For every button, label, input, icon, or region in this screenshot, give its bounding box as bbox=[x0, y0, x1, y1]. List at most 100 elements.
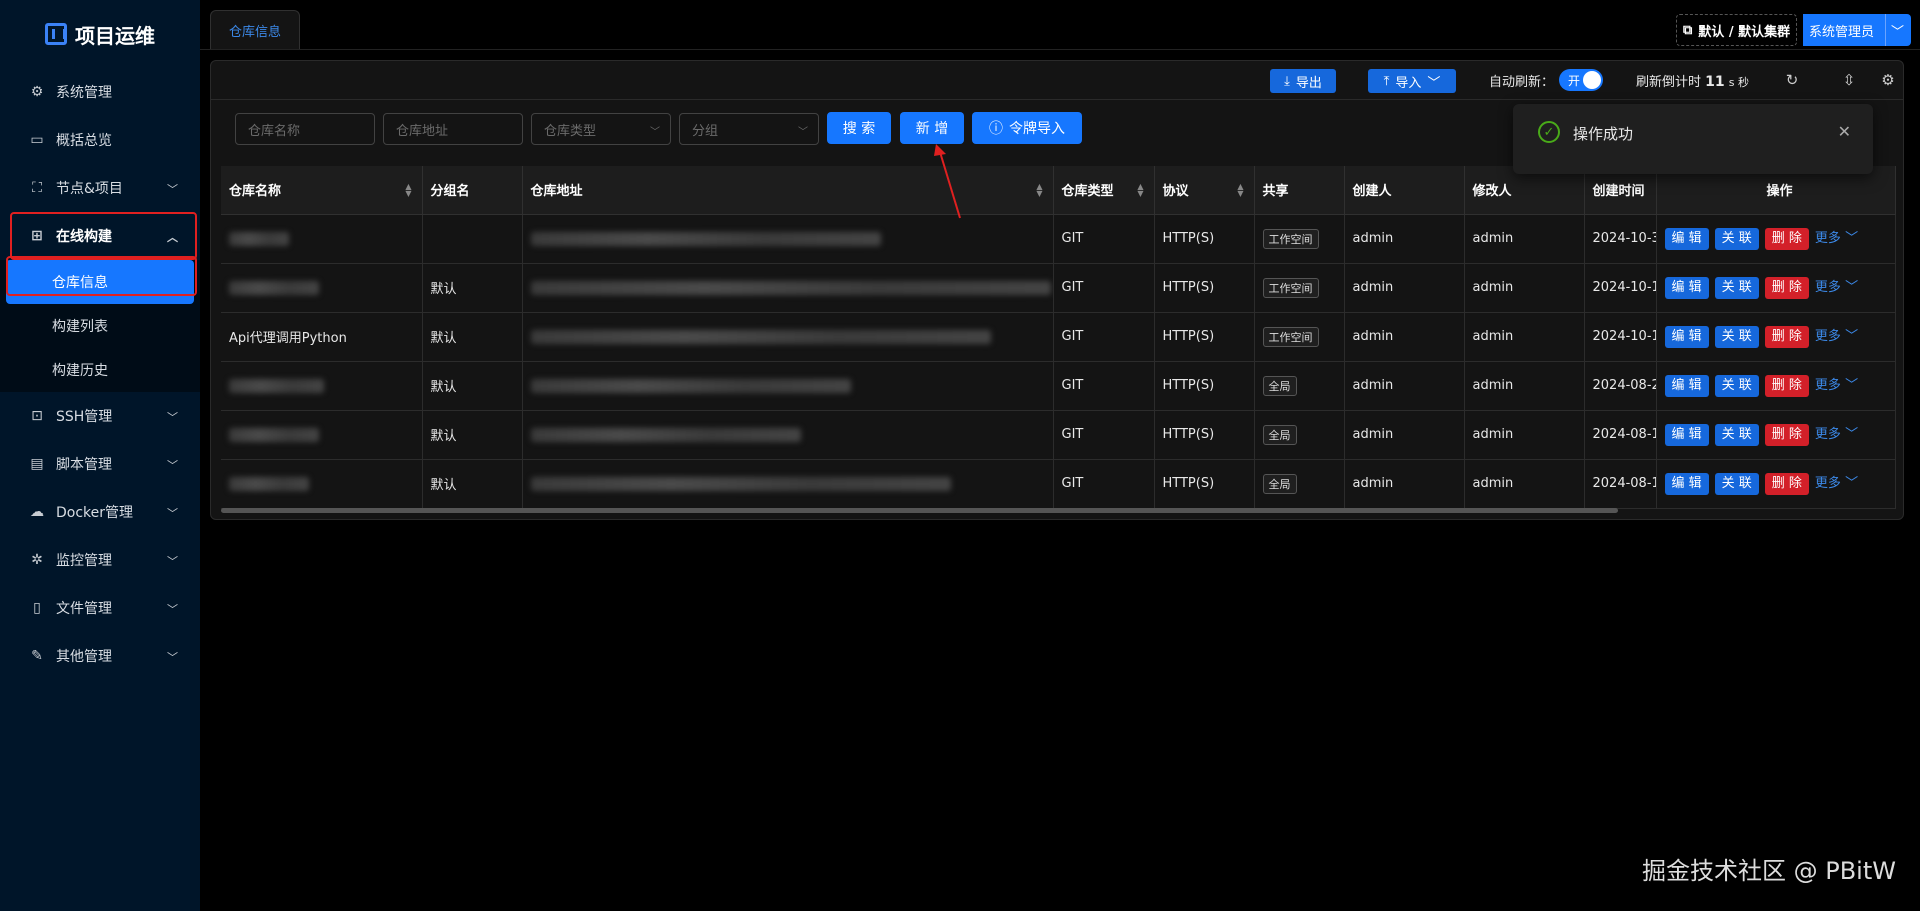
cell-creator: admin bbox=[1344, 214, 1465, 264]
col-header-group: 分组名 bbox=[422, 166, 523, 215]
link-button[interactable]: 关 联 bbox=[1714, 473, 1759, 495]
auto-refresh-switch[interactable]: 开 bbox=[1559, 69, 1603, 91]
redacted-text bbox=[229, 427, 319, 442]
cluster-label: 默认 / 默认集群 bbox=[1698, 24, 1791, 40]
table-row: 默认 GIT HTTP(S) 全局 admin admin 2024-08-2 编 辑关 联删… bbox=[221, 361, 1896, 411]
sidebar-item-build-history[interactable]: 构建历史 bbox=[0, 348, 200, 392]
tab-repo-info[interactable]: 仓库信息 bbox=[210, 10, 300, 50]
annotation-arrow bbox=[934, 144, 961, 219]
download-icon: ⤓ bbox=[1284, 73, 1290, 89]
repo-type-select[interactable]: 仓库类型 ﹀ bbox=[531, 113, 671, 145]
sidebar-item-nodes[interactable]: ⛶ 节点&项目 ﹀ bbox=[0, 164, 200, 212]
column-height-icon[interactable]: ⇳ bbox=[1838, 69, 1860, 91]
cell-ops: 编 辑关 联删 除更多 ﹀ bbox=[1656, 459, 1896, 509]
token-import-button[interactable]: ⓘ 令牌导入 bbox=[972, 112, 1082, 144]
share-tag: 全局 bbox=[1262, 473, 1297, 494]
col-header-type[interactable]: 仓库类型 ▲ ▼ bbox=[1053, 166, 1155, 215]
search-button[interactable]: 搜 索 bbox=[827, 112, 891, 144]
more-dropdown[interactable]: 更多 ﹀ bbox=[1815, 231, 1858, 246]
cell-type: GIT bbox=[1053, 410, 1155, 460]
chevron-down-icon: ﹀ bbox=[1845, 231, 1859, 246]
sidebar-item-monitor[interactable]: ✲ 监控管理 ﹀ bbox=[0, 536, 200, 584]
cell-creator: admin bbox=[1344, 312, 1465, 362]
refresh-countdown: 刷新倒计时 11 s 秒 bbox=[1636, 71, 1749, 90]
repo-name-input[interactable]: 仓库名称 bbox=[235, 113, 375, 145]
delete-button[interactable]: 删 除 bbox=[1764, 277, 1809, 299]
col-header-name[interactable]: 仓库名称 ▲ ▼ bbox=[221, 166, 423, 215]
sidebar-item-script[interactable]: ▤ 脚本管理 ﹀ bbox=[0, 440, 200, 488]
sort-icon[interactable]: ▲ ▼ bbox=[1036, 183, 1042, 198]
sidebar-item-files[interactable]: ▯ 文件管理 ﹀ bbox=[0, 584, 200, 632]
link-button[interactable]: 关 联 bbox=[1714, 326, 1759, 348]
delete-button[interactable]: 删 除 bbox=[1764, 375, 1809, 397]
chevron-down-icon: ﹀ bbox=[167, 507, 178, 520]
toolbar-divider bbox=[211, 99, 1903, 100]
more-dropdown[interactable]: 更多 ﹀ bbox=[1815, 378, 1858, 393]
cell-ops: 编 辑关 联删 除更多 ﹀ bbox=[1656, 410, 1896, 460]
sort-icon[interactable]: ▲ ▼ bbox=[1137, 183, 1143, 198]
import-button[interactable]: ⤒ 导入 ﹀ bbox=[1368, 69, 1456, 93]
cell-modifier: admin bbox=[1464, 263, 1585, 313]
cell-created: 2024-10-3 bbox=[1584, 214, 1657, 264]
cell-ops: 编 辑关 联删 除更多 ﹀ bbox=[1656, 312, 1896, 362]
more-dropdown[interactable]: 更多 ﹀ bbox=[1815, 280, 1858, 295]
chevron-down-icon: ﹀ bbox=[167, 183, 178, 196]
repo-address-input[interactable]: 仓库地址 bbox=[383, 113, 523, 145]
cell-address bbox=[522, 312, 1054, 362]
horizontal-scrollbar[interactable] bbox=[221, 508, 1618, 513]
cell-group: 默认 bbox=[422, 312, 523, 362]
delete-button[interactable]: 删 除 bbox=[1764, 424, 1809, 446]
more-dropdown[interactable]: 更多 ﹀ bbox=[1815, 427, 1858, 442]
sort-icon[interactable]: ▲ ▼ bbox=[405, 183, 411, 198]
cell-group: 默认 bbox=[422, 263, 523, 313]
link-button[interactable]: 关 联 bbox=[1714, 228, 1759, 250]
brand-logo[interactable]: 项目运维 bbox=[0, 0, 200, 68]
cell-share: 全局 bbox=[1254, 410, 1345, 460]
chevron-down-icon: ﹀ bbox=[1845, 329, 1859, 344]
more-dropdown[interactable]: 更多 ﹀ bbox=[1815, 476, 1858, 491]
chevron-down-icon: ﹀ bbox=[167, 411, 178, 424]
group-select[interactable]: 分组 ﹀ bbox=[679, 113, 819, 145]
sidebar-item-ssh[interactable]: ⊡ SSH管理 ﹀ bbox=[0, 392, 200, 440]
user-menu-button[interactable]: 系统管理员 ﹀ bbox=[1803, 14, 1911, 46]
edit-button[interactable]: 编 辑 bbox=[1664, 473, 1709, 495]
edit-button[interactable]: 编 辑 bbox=[1664, 375, 1709, 397]
chevron-down-icon: ﹀ bbox=[1845, 476, 1859, 491]
sidebar-item-docker[interactable]: ☁ Docker管理 ﹀ bbox=[0, 488, 200, 536]
settings-icon[interactable]: ⚙ bbox=[1877, 69, 1899, 91]
link-button[interactable]: 关 联 bbox=[1714, 277, 1759, 299]
sidebar-item-label: 其他管理 bbox=[56, 649, 112, 665]
redacted-text bbox=[530, 329, 991, 344]
export-button[interactable]: ⤓ 导出 bbox=[1270, 69, 1336, 93]
countdown-unit: s 秒 bbox=[1728, 76, 1750, 89]
close-icon[interactable]: ✕ bbox=[1838, 122, 1851, 141]
delete-button[interactable]: 删 除 bbox=[1764, 473, 1809, 495]
sidebar-item-overview[interactable]: ▭ 概括总览 bbox=[0, 116, 200, 164]
redacted-text bbox=[229, 280, 319, 295]
cell-ops: 编 辑关 联删 除更多 ﹀ bbox=[1656, 263, 1896, 313]
sidebar-item-other[interactable]: ✎ 其他管理 ﹀ bbox=[0, 632, 200, 680]
edit-button[interactable]: 编 辑 bbox=[1664, 228, 1709, 250]
sidebar-item-system[interactable]: ⚙ 系统管理 bbox=[0, 68, 200, 116]
edit-button[interactable]: 编 辑 bbox=[1664, 326, 1709, 348]
col-header-address[interactable]: 仓库地址 ▲ ▼ bbox=[522, 166, 1054, 215]
cell-name bbox=[221, 459, 423, 509]
more-dropdown[interactable]: 更多 ﹀ bbox=[1815, 329, 1858, 344]
delete-button[interactable]: 删 除 bbox=[1764, 326, 1809, 348]
edit-button[interactable]: 编 辑 bbox=[1664, 277, 1709, 299]
col-header-protocol[interactable]: 协议 ▲ ▼ bbox=[1154, 166, 1255, 215]
sidebar-item-build-list[interactable]: 构建列表 bbox=[0, 304, 200, 348]
chevron-down-icon[interactable]: ﹀ bbox=[1885, 14, 1909, 46]
delete-button[interactable]: 删 除 bbox=[1764, 228, 1809, 250]
cluster-selector[interactable]: ⧉ 默认 / 默认集群 bbox=[1676, 14, 1798, 46]
sort-icon[interactable]: ▲ ▼ bbox=[1237, 183, 1243, 198]
file-code-icon: ▤ bbox=[30, 456, 44, 472]
edit-button[interactable]: 编 辑 bbox=[1664, 424, 1709, 446]
link-button[interactable]: 关 联 bbox=[1714, 424, 1759, 446]
cell-modifier: admin bbox=[1464, 214, 1585, 264]
reload-icon[interactable]: ↻ bbox=[1781, 69, 1803, 91]
cell-ops: 编 辑关 联删 除更多 ﹀ bbox=[1656, 214, 1896, 264]
cell-modifier: admin bbox=[1464, 410, 1585, 460]
cell-type: GIT bbox=[1053, 361, 1155, 411]
link-button[interactable]: 关 联 bbox=[1714, 375, 1759, 397]
